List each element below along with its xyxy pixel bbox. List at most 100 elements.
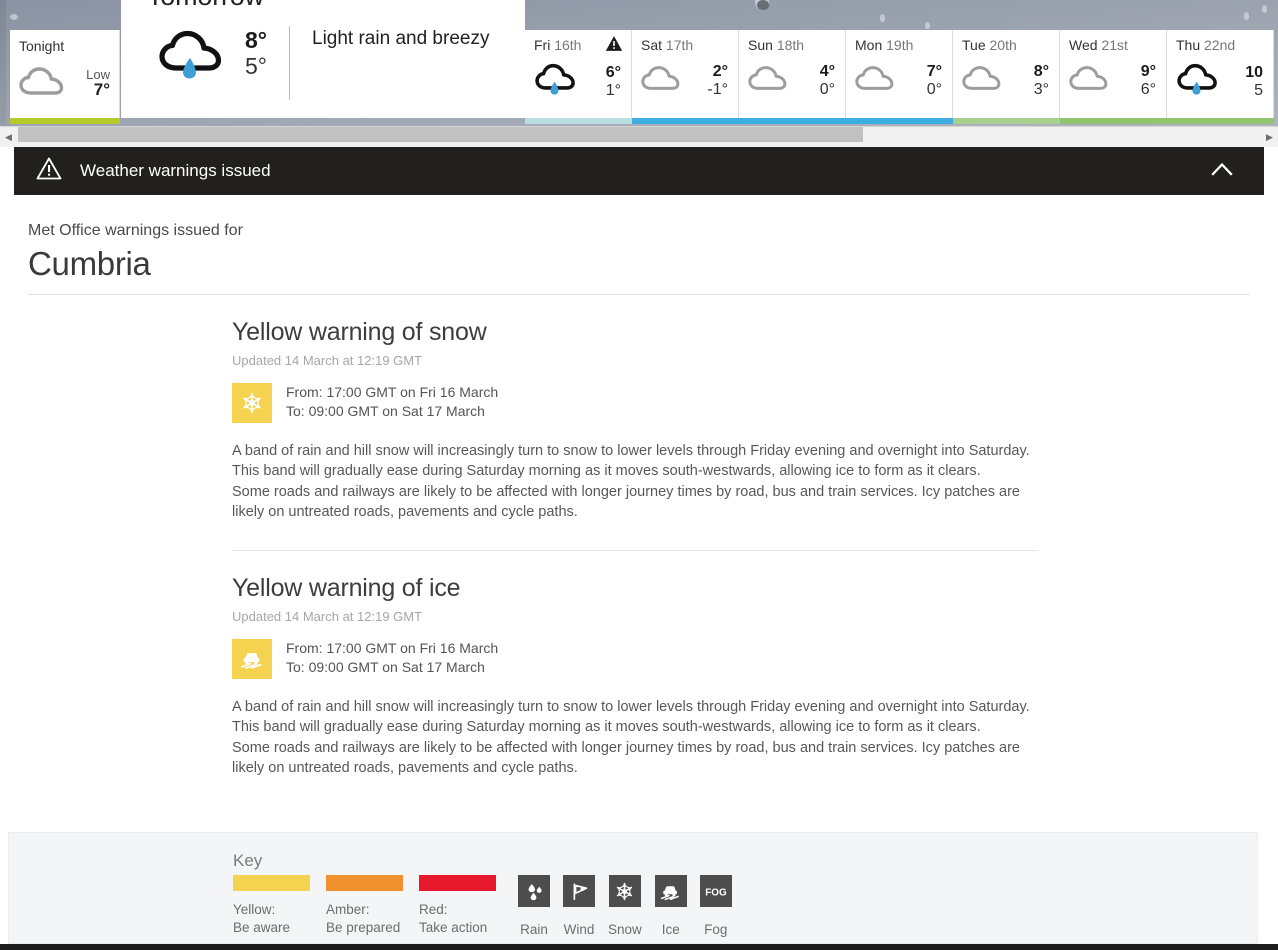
day-number: 22nd xyxy=(1204,37,1236,53)
page-title: Cumbria xyxy=(28,245,151,282)
key-type: Ice xyxy=(654,875,687,939)
warning-to: To: 09:00 GMT on Sat 17 March xyxy=(286,659,485,676)
cloud-icon xyxy=(855,65,895,96)
forecast-horizontal-scrollbar[interactable]: ◀ ▶ xyxy=(0,126,1278,147)
rain-cloud-icon xyxy=(147,26,239,80)
forecast-tile-fri[interactable]: Fri 16th 6° 1° xyxy=(525,30,632,118)
warning-triangle-icon xyxy=(36,157,62,185)
day-tile-date: Sat 17th xyxy=(641,37,730,53)
day-of-week: Wed xyxy=(1069,37,1098,53)
day-temps: 6° 1° xyxy=(606,64,623,100)
ice-car-icon xyxy=(232,639,272,680)
forecast-tile-tue[interactable]: Tue 20th 8° 3° xyxy=(953,30,1060,118)
day-temps: 10 5 xyxy=(1245,64,1265,100)
key-type-label: Ice xyxy=(661,922,680,937)
day-tile-date: Sun 18th xyxy=(748,37,837,53)
day-of-week: Fri xyxy=(534,37,551,53)
tonight-temps: Low 7° xyxy=(86,68,110,99)
tomorrow-low-temp: 5° xyxy=(245,52,267,79)
scrollbar-track[interactable] xyxy=(17,126,1261,148)
warning-item: Yellow warning of snow Updated 14 March a… xyxy=(0,295,1278,522)
day-low-temp: 0° xyxy=(819,80,835,98)
warning-times: From: 17:00 GMT on Fri 16 March To: 09:00… xyxy=(286,639,498,679)
chevron-up-icon[interactable] xyxy=(1210,161,1246,181)
warning-triangle-icon[interactable] xyxy=(489,0,511,3)
day-of-week: Sun xyxy=(748,37,773,53)
hero-left-edge xyxy=(0,0,6,147)
day-high-temp: 6° xyxy=(605,64,621,82)
day-high-temp: 10 xyxy=(1245,64,1263,82)
wind-flag-icon xyxy=(563,875,595,907)
weather-warnings-banner[interactable]: Weather warnings issued xyxy=(14,147,1264,195)
day-high-temp: 9° xyxy=(1140,63,1156,80)
forecast-panel-tomorrow[interactable]: Tomorrow 8° 5° Light rain and breezy xyxy=(121,0,525,118)
day-number: 17th xyxy=(665,37,694,53)
hero-decoration xyxy=(1244,12,1249,20)
warning-description-paragraph: Some roads and railways are likely to be… xyxy=(232,739,1020,777)
tomorrow-high-temp: 8° xyxy=(245,27,267,53)
day-bar-sat xyxy=(632,118,739,124)
cloud-icon xyxy=(19,66,65,101)
hero-decoration xyxy=(10,14,18,20)
day-temps: 8° 3° xyxy=(1034,63,1051,99)
forecast-strip-region: Tonight Low 7° Tomorrow xyxy=(0,0,1278,147)
day-bar-wed xyxy=(1060,118,1167,124)
day-tile-date: Tue 20th xyxy=(962,37,1051,53)
cloud-icon xyxy=(962,65,1002,96)
key-level-label: Amber: Be prepared xyxy=(326,902,401,935)
warning-description-paragraph: A band of rain and hill snow will increa… xyxy=(232,443,1030,480)
key-items: Yellow: Be aware Amber: Be prepared Red: T… xyxy=(233,875,1257,939)
key-type: Rain xyxy=(518,875,550,939)
warning-title: Yellow warning of ice xyxy=(232,574,461,603)
snowflake-icon xyxy=(232,383,272,423)
day-of-week: Thu xyxy=(1176,37,1201,53)
warning-list: Yellow warning of snow Updated 14 March a… xyxy=(0,295,1278,778)
scroll-left-arrow-icon[interactable]: ◀ xyxy=(0,127,17,148)
tonight-pollen-bar xyxy=(10,118,120,124)
day-of-week: Mon xyxy=(855,37,883,53)
day-low-temp: 3° xyxy=(1033,80,1049,98)
key-type-label: Fog xyxy=(704,922,728,937)
key-level: Yellow: Be aware xyxy=(233,875,310,937)
day-high-temp: 2° xyxy=(712,63,728,80)
key-level: Amber: Be prepared xyxy=(326,875,403,937)
forecast-tile-sun[interactable]: Sun 18th 4° 0° xyxy=(739,30,846,118)
warning-description: A band of rain and hill snow will increa… xyxy=(232,697,1038,778)
day-bar-mon xyxy=(846,118,953,124)
key-type-label: Snow xyxy=(608,922,642,937)
forecast-tile-thu[interactable]: Thu 22nd 10 5 xyxy=(1167,30,1274,118)
warning-from: From: 17:00 GMT on Fri 16 March xyxy=(286,640,499,657)
warning-updated-timestamp: Updated 14 March at 12:19 GMT xyxy=(232,353,423,368)
scrollbar-thumb[interactable] xyxy=(18,126,863,142)
warning-title: Yellow warning of snow xyxy=(232,318,487,346)
warning-triangle-icon[interactable] xyxy=(605,35,623,57)
day-temps: 7° 0° xyxy=(927,63,944,99)
hero-decoration xyxy=(925,22,930,29)
scroll-right-arrow-icon[interactable]: ▶ xyxy=(1261,127,1278,148)
key-type: FOG Fog xyxy=(699,875,732,939)
key-type-label: Rain xyxy=(520,922,548,937)
tonight-label: Tonight xyxy=(19,38,65,54)
key-color-swatch xyxy=(419,875,496,891)
forecast-tile-sat[interactable]: Sat 17th 2° -1° xyxy=(632,30,739,118)
tonight-low-temp: 7° xyxy=(93,80,110,100)
key-type: Snow xyxy=(608,875,642,939)
rain-cloud-icon xyxy=(1176,63,1222,101)
warning-to: To: 09:00 GMT on Sat 17 March xyxy=(286,403,485,419)
day-tile-date: Thu 22nd xyxy=(1176,37,1265,53)
day-temps: 2° -1° xyxy=(707,63,730,99)
warning-period: From: 17:00 GMT on Fri 16 March To: 09:00… xyxy=(232,383,1278,423)
forecast-tile-mon[interactable]: Mon 19th 7° 0° xyxy=(846,30,953,118)
forecast-tile-tonight[interactable]: Tonight Low 7° xyxy=(10,30,120,118)
day-number: 18th xyxy=(776,37,805,53)
rain-cloud-icon xyxy=(534,63,580,101)
warning-description-paragraph: Some roads and railways are likely to be… xyxy=(232,483,1020,520)
day-bar-tue xyxy=(953,118,1060,124)
day-of-week: Tue xyxy=(962,37,986,53)
hero-decoration xyxy=(880,14,885,22)
forecast-tile-wed[interactable]: Wed 21st 9° 6° xyxy=(1060,30,1167,118)
banner-title: Weather warnings issued xyxy=(80,161,271,180)
snowflake-icon xyxy=(608,875,641,907)
tomorrow-title: Tomorrow xyxy=(133,0,513,12)
day-temps: 4° 0° xyxy=(820,63,837,99)
